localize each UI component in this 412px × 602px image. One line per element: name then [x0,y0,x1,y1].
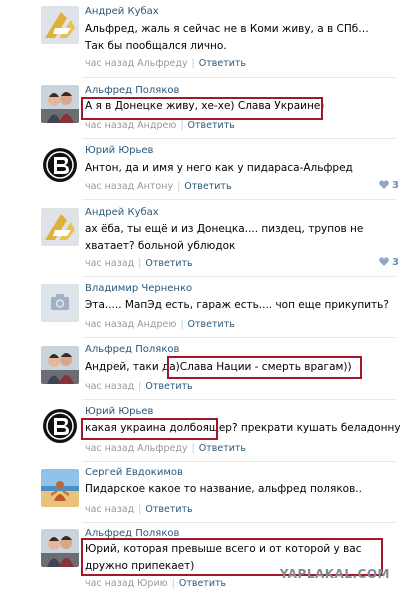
comment-time[interactable]: час назад [85,504,134,515]
comment-author[interactable]: Андрей Кубах [85,6,159,17]
camera-placeholder-icon [41,284,79,322]
comment-time[interactable]: час назад Андрею [85,120,176,131]
avatar[interactable] [41,146,79,184]
comment-time[interactable]: час назад Юрию [85,578,168,589]
comment-meta: час назад | Ответить [85,504,193,515]
divider [82,276,396,277]
divider [82,77,396,78]
beach-photo-icon [41,469,79,507]
avatar[interactable] [41,346,79,384]
reply-link[interactable]: Ответить [199,443,246,454]
couple-photo-icon [41,346,79,384]
comment-meta: час назад Антону | Ответить [85,181,232,192]
couple-photo-icon [41,85,79,123]
comment-meta: час назад Андрею | Ответить [85,319,235,330]
heart-icon [379,180,389,192]
avatar[interactable] [41,6,79,44]
comment-time[interactable]: час назад Андрею [85,319,176,330]
comment-author[interactable]: Альфред Поляков [85,528,179,539]
comment-time[interactable]: час назад Антону [85,181,173,192]
avatar[interactable] [41,469,79,507]
comment-text: Андрей, таки да)Слава Нации - смерть вра… [85,359,390,376]
reply-link[interactable]: Ответить [188,120,235,131]
comment-time[interactable]: час назад Альфреду [85,58,188,69]
like-counter[interactable]: 3 [379,257,399,269]
comment-text: Альфред, жаль я сейчас не в Коми живу, а… [85,23,369,52]
avatar[interactable] [41,529,79,567]
comment-author[interactable]: Андрей Кубах [85,207,159,218]
comment-meta: час назад Альфреду | Ответить [85,58,247,69]
comment-text-part: прекрати кушать беладонну [240,422,401,434]
comment-meta: час назад | Ответить [85,381,193,392]
comments-thread: Андрей Кубах Альфред, жаль я сейчас не в… [6,0,404,602]
reply-link[interactable]: Ответить [145,381,192,392]
comment-text: ах ёба, ты ещё и из Донецка.... пиздец, … [85,223,364,252]
comment-time[interactable]: час назад [85,381,134,392]
divider [82,399,396,400]
comment-text: А я в Донецке живу, хе-хе) Слава Украине… [85,100,325,112]
comment-meta: час назад | Ответить [85,258,193,269]
reply-link[interactable]: Ответить [184,181,231,192]
comment-text: какая украина долбоящер? прекрати кушать… [85,420,401,437]
comment-author[interactable]: Альфред Поляков [85,344,179,355]
comment-text-part: Слава Нации - смерть врагам)) [179,361,352,373]
reply-link[interactable]: Ответить [188,319,235,330]
avatar[interactable] [41,407,79,445]
comment-author[interactable]: Юрий Юрьев [85,145,153,156]
comment-author[interactable]: Юрий Юрьев [85,406,153,417]
heart-icon [379,257,389,269]
comment-meta: час назад Юрию | Ответить [85,578,227,589]
black-b-logo-icon [41,146,79,184]
couple-photo-icon [41,529,79,567]
comment-text-part: Андрей, таки да) [85,361,180,373]
comment-author[interactable]: Сергей Евдокимов [85,467,183,478]
reply-link[interactable]: Ответить [145,504,192,515]
comment-text: Пидарское какое то название, альфред пол… [85,483,362,495]
divider [82,337,396,338]
divider [82,522,396,523]
divider [82,461,396,462]
reply-link[interactable]: Ответить [145,258,192,269]
comment-text: Антон, да и имя у него как у пидараса-Ал… [85,162,353,174]
reply-link[interactable]: Ответить [179,578,226,589]
comment-author[interactable]: Альфред Поляков [85,85,179,96]
comment-meta: час назад Андрею | Ответить [85,120,235,131]
avatar[interactable] [41,284,79,322]
divider [82,138,396,139]
yellow-arrow-logo-icon [41,6,79,44]
watermark: YAPLAKAL.COM [279,567,390,581]
black-b-logo-icon [41,407,79,445]
comment-text-part: какая украина долбоящер? [85,422,238,434]
like-counter[interactable]: 3 [379,180,399,192]
comment-time[interactable]: час назад [85,258,134,269]
comment-text: Эта..... МапЭд есть, гараж есть.... чоп … [85,299,389,311]
comment-author[interactable]: Владимир Черненко [85,283,192,294]
yellow-arrow-logo-icon [41,208,79,246]
avatar[interactable] [41,85,79,123]
comment-meta: час назад Альфреду | Ответить [85,443,247,454]
avatar[interactable] [41,208,79,246]
comment-time[interactable]: час назад Альфреду [85,443,188,454]
reply-link[interactable]: Ответить [199,58,246,69]
divider [82,199,396,200]
